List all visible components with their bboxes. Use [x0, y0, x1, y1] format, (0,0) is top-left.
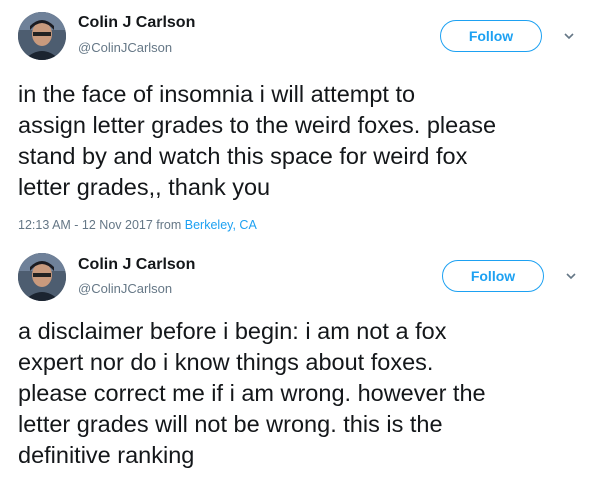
profile-photo-icon: [18, 253, 66, 301]
avatar[interactable]: [18, 253, 66, 301]
tweet-timestamp[interactable]: 12:13 AM - 12 Nov 2017 from: [18, 218, 185, 232]
tweet-location-link[interactable]: Berkeley, CA: [185, 218, 257, 232]
profile-photo-icon: [18, 12, 66, 60]
user-handle[interactable]: @ColinJCarlson: [78, 281, 172, 296]
follow-button[interactable]: Follow: [440, 20, 542, 52]
chevron-down-icon[interactable]: [564, 269, 578, 283]
tweet-text: a disclaimer before i begin: i am not a …: [18, 318, 486, 468]
chevron-down-icon[interactable]: [562, 29, 576, 43]
tweet-meta: 12:13 AM - 12 Nov 2017 from Berkeley, CA: [18, 218, 257, 232]
follow-button[interactable]: Follow: [442, 260, 544, 292]
display-name[interactable]: Colin J Carlson: [78, 14, 195, 32]
avatar[interactable]: [18, 12, 66, 60]
tweet-text: in the face of insomnia i will attempt t…: [18, 81, 497, 200]
display-name[interactable]: Colin J Carlson: [78, 256, 195, 274]
user-handle[interactable]: @ColinJCarlson: [78, 40, 172, 55]
